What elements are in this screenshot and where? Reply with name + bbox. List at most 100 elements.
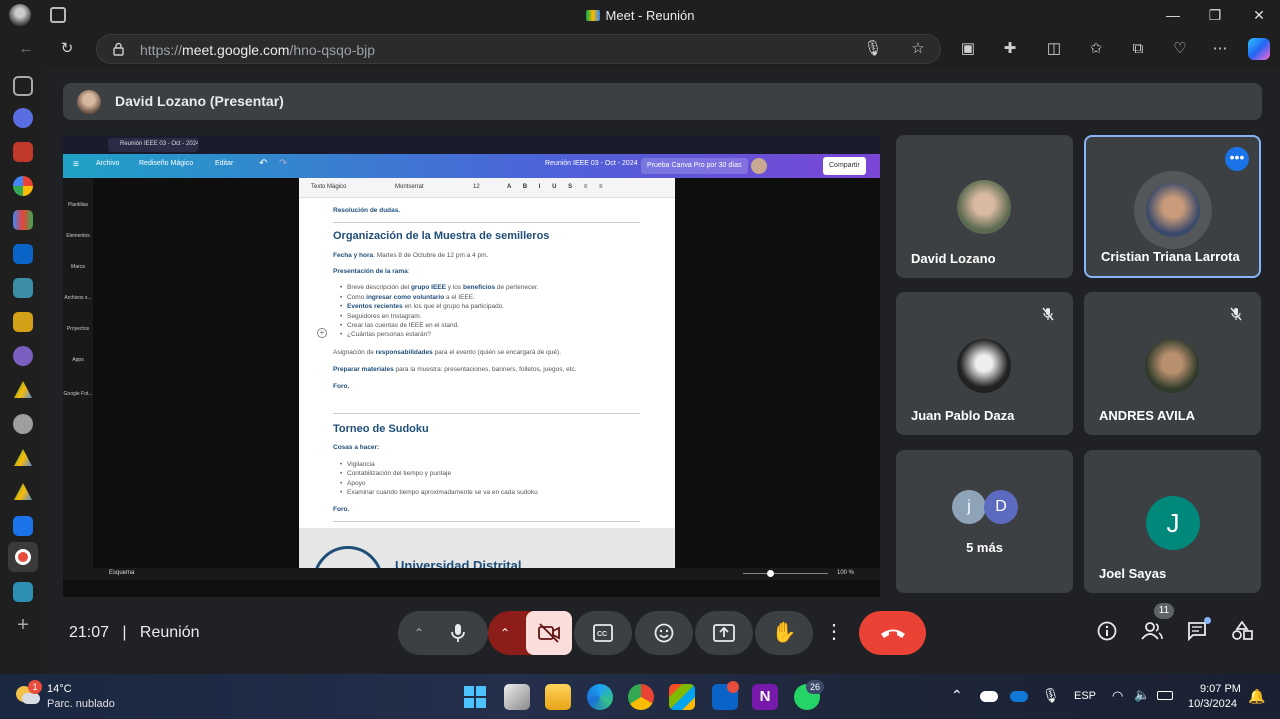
doc-divider-3 [333, 521, 640, 522]
store-icon[interactable] [669, 684, 695, 710]
sidebar-app-3-icon[interactable] [13, 278, 33, 298]
canva-tab-title: Reunión IEEE 03 - Oct - 2024 [120, 141, 198, 147]
show-hidden-icons-chevron[interactable]: ⌃ [951, 687, 963, 704]
window-title-text: Meet - Reunión [605, 8, 695, 23]
browser-essentials-icon[interactable]: ♡ [1170, 39, 1190, 59]
gmail-icon[interactable] [13, 210, 33, 230]
screen-cast-icon[interactable]: ▣ [958, 39, 978, 59]
more-menu-icon[interactable]: ⋯ [1210, 39, 1230, 59]
outlook-icon[interactable] [13, 244, 33, 264]
edge-icon[interactable] [587, 684, 613, 710]
microphone-button[interactable]: ⌃ [398, 611, 488, 655]
camera-off-toggle[interactable] [526, 611, 572, 655]
system-date[interactable]: 10/3/2024 [1188, 698, 1237, 710]
wifi-icon[interactable]: ◠ [1112, 688, 1123, 704]
canva-tab-strip: Reunión IEEE 03 - Oct - 2024 [63, 135, 880, 154]
google-drive-2-icon[interactable] [14, 449, 32, 466]
canva-side-panel: Plantillas Elementos Marca Archivos s...… [63, 178, 93, 580]
system-time[interactable]: 9:07 PM [1200, 683, 1241, 695]
camera-options-chevron-icon[interactable]: ⌃ [500, 611, 510, 655]
url-bar[interactable]: https://meet.google.com/hno-qsqo-bjp 🎙 ☆ [96, 34, 941, 64]
windows-taskbar: 1 14°C Parc. nublado N 26 ⌃ 🎙 ESP ◠ 🔈 9:… [0, 674, 1280, 719]
minimize-button[interactable]: — [1158, 4, 1188, 26]
participant-tile-more[interactable]: j D 5 más [896, 450, 1073, 593]
url-prefix: https:// [140, 42, 183, 58]
activities-icon[interactable] [1230, 620, 1254, 645]
back-arrow-icon[interactable]: ← [16, 39, 36, 59]
mic-options-chevron-icon[interactable]: ⌃ [414, 611, 424, 655]
start-button[interactable] [462, 684, 488, 710]
sidebar-app-6-icon[interactable] [13, 414, 33, 434]
meeting-details-icon[interactable] [1095, 621, 1119, 645]
notifications-icon[interactable]: 🔔 [1248, 688, 1265, 705]
task-view-icon[interactable] [504, 684, 530, 710]
bullet-1-e: de pertenecer. [495, 284, 539, 291]
canva-undo-icon: ↶ [259, 158, 268, 169]
participant-name-andres: ANDRES AVILA [1099, 408, 1196, 423]
file-explorer-icon[interactable] [545, 684, 571, 710]
sidebar-app-7-icon[interactable] [13, 582, 33, 602]
doc-sudoku-bullet-3: Apoyo [340, 480, 366, 487]
chat-notification-dot [1204, 617, 1211, 624]
doc-fecha-value: : Martes 8 de Octubre de 12 pm a 4 pm. [373, 252, 489, 259]
doc-asignacion-post: para el evento (quién se encargará de qu… [432, 349, 561, 356]
volume-icon[interactable]: 🔈 [1134, 687, 1150, 703]
doc-heading-muestra: Organización de la Muestra de semilleros [333, 230, 550, 242]
more-options-button[interactable]: ⋮ [822, 621, 846, 645]
chat-icon[interactable] [1185, 621, 1209, 645]
participants-icon[interactable] [1140, 621, 1164, 645]
calendar-icon[interactable] [13, 516, 33, 536]
google-drive-icon[interactable] [14, 381, 32, 398]
refresh-icon[interactable]: ↻ [57, 39, 77, 59]
chrome-icon[interactable] [628, 684, 654, 710]
copilot-icon[interactable] [1248, 38, 1270, 60]
raise-hand-button[interactable]: ✋ [755, 611, 813, 655]
doc-asignacion: Asignación de responsabilidades para el … [333, 349, 561, 356]
leave-call-button[interactable] [859, 611, 926, 655]
favorites-icon[interactable]: ✩ [1086, 39, 1106, 59]
sidebar-app-4-icon[interactable] [13, 312, 33, 332]
doc-divider-1 [333, 222, 640, 223]
meeting-time: 21:07 [69, 624, 110, 641]
input-language[interactable]: ESP [1074, 690, 1096, 702]
tray-microphone-icon[interactable]: 🎙 [1042, 687, 1060, 704]
record-app-icon[interactable] [8, 542, 38, 572]
captions-button[interactable]: CC [574, 611, 632, 655]
close-button[interactable]: ✕ [1244, 4, 1274, 26]
favorite-star-icon[interactable]: ☆ [908, 39, 928, 59]
more-options-icon[interactable]: ••• [1225, 147, 1249, 171]
extensions-icon[interactable]: ✚ [1000, 39, 1020, 59]
camera-off-icon [538, 623, 560, 643]
sidebar-app-2-icon[interactable] [13, 142, 33, 162]
participant-tile-juan[interactable]: Juan Pablo Daza [896, 292, 1073, 435]
doc-bullet-3: Eventos recientes en los que el grupo ha… [340, 303, 504, 310]
sidebar-app-5-icon[interactable] [13, 346, 33, 366]
participant-photo-cristian [1146, 183, 1200, 237]
split-screen-icon[interactable]: ◫ [1044, 39, 1064, 59]
participant-tile-cristian[interactable]: ••• Cristian Triana Larrota [1084, 135, 1261, 278]
present-screen-button[interactable] [695, 611, 753, 655]
participant-tile-david[interactable]: David Lozano [896, 135, 1073, 278]
google-drive-3-icon[interactable] [14, 483, 32, 500]
microphone-icon[interactable]: 🎙 [863, 39, 883, 59]
collections-icon[interactable]: ⧉ [1128, 39, 1148, 59]
canva-zoom-slider [743, 573, 828, 574]
camera-button[interactable]: ⌃ [488, 611, 572, 655]
sidebar-app-1-icon[interactable] [13, 108, 33, 128]
onedrive-blue-icon[interactable] [1010, 691, 1028, 702]
onedrive-icon[interactable] [980, 691, 998, 702]
lock-icon[interactable] [113, 42, 124, 56]
participant-tile-andres[interactable]: ANDRES AVILA [1084, 292, 1261, 435]
onenote-icon[interactable]: N [752, 684, 778, 710]
add-sidebar-app-icon[interactable]: + [12, 614, 34, 636]
window-titlebar: Meet - Reunión — ❐ ✕ [0, 0, 1280, 30]
battery-icon[interactable] [1157, 691, 1173, 700]
google-icon[interactable] [13, 176, 33, 196]
reactions-button[interactable] [635, 611, 693, 655]
participant-tile-joel[interactable]: J Joel Sayas [1084, 450, 1261, 593]
weather-desc: Parc. nublado [47, 698, 115, 710]
maximize-button[interactable]: ❐ [1200, 4, 1230, 26]
tab-actions-icon[interactable] [13, 76, 33, 96]
toolbar-size: 12 [473, 184, 480, 190]
doc-asignacion-pre: Asignación de [333, 349, 376, 356]
